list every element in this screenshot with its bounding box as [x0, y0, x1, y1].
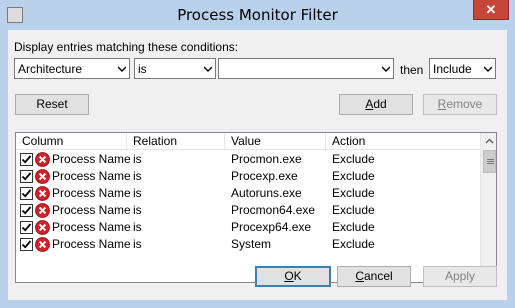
cell-relation: is: [133, 237, 142, 251]
cell-action: Exclude: [332, 169, 375, 183]
cell-value: System: [231, 237, 272, 251]
column-header-action[interactable]: Action: [326, 133, 480, 150]
filter-dialog: Process Monitor Filter ✕ Display entries…: [0, 0, 515, 308]
cell-relation: is: [133, 169, 142, 183]
table-row[interactable]: Process Name is Procmon64.exe Exclude: [16, 202, 480, 219]
column-header-column[interactable]: Column: [16, 133, 127, 150]
chevron-down-icon: [118, 66, 126, 72]
cell-column: Process Name: [52, 152, 131, 166]
cell-action: Exclude: [332, 220, 375, 234]
checkmark-icon: [21, 240, 32, 249]
cell-value: Procexp64.exe: [231, 220, 312, 234]
then-label: then: [400, 63, 424, 77]
exclude-icon: [35, 220, 50, 235]
filter-list[interactable]: Column Relation Value Action Process Nam…: [15, 132, 497, 283]
exclude-icon: [35, 169, 50, 184]
cell-column: Process Name: [52, 186, 131, 200]
dialog-client: Display entries matching these condition…: [8, 30, 507, 300]
exclude-icon: [35, 152, 50, 167]
window-title: Process Monitor Filter: [177, 6, 338, 24]
remove-mnemonic: R: [437, 97, 447, 111]
row-checkbox[interactable]: [20, 187, 33, 200]
conditions-prompt: Display entries matching these condition…: [14, 40, 239, 54]
table-row[interactable]: Process Name is Procexp64.exe Exclude: [16, 219, 480, 236]
cell-value: Procmon.exe: [231, 152, 302, 166]
value-combobox[interactable]: [218, 58, 394, 79]
column-header-relation[interactable]: Relation: [127, 133, 225, 150]
add-button[interactable]: Add: [339, 94, 413, 115]
table-row[interactable]: Process Name is Procexp.exe Exclude: [16, 168, 480, 185]
cell-relation: is: [133, 203, 142, 217]
ok-button[interactable]: OK: [255, 266, 331, 287]
cell-column: Process Name: [52, 220, 131, 234]
grip-line: [487, 161, 494, 162]
table-row[interactable]: Process Name is System Exclude: [16, 236, 480, 253]
checkmark-icon: [21, 206, 32, 215]
cell-relation: is: [133, 152, 142, 166]
vertical-scrollbar[interactable]: [480, 133, 497, 282]
relation-select[interactable]: is: [134, 58, 216, 79]
exclude-icon: [35, 203, 50, 218]
cancel-button[interactable]: Cancel: [337, 266, 411, 287]
cell-column: Process Name: [52, 169, 131, 183]
chevron-down-icon: [382, 66, 390, 72]
cell-value: Procmon64.exe: [231, 203, 316, 217]
row-checkbox[interactable]: [20, 153, 33, 166]
row-checkbox[interactable]: [20, 170, 33, 183]
cancel-mnemonic: C: [355, 269, 364, 283]
cell-column: Process Name: [52, 237, 131, 251]
cell-relation: is: [133, 186, 142, 200]
table-row[interactable]: Process Name is Autoruns.exe Exclude: [16, 185, 480, 202]
cell-relation: is: [133, 220, 142, 234]
exclude-icon: [35, 186, 50, 201]
apply-button[interactable]: Apply: [423, 266, 497, 287]
table-row[interactable]: Process Name is Procmon.exe Exclude: [16, 151, 480, 168]
relation-select-value: is: [138, 62, 147, 76]
title-bar[interactable]: Process Monitor Filter ✕: [0, 0, 515, 30]
exclude-icon: [35, 237, 50, 252]
ok-label-rest: K: [293, 269, 302, 283]
cell-action: Exclude: [332, 203, 375, 217]
chevron-down-icon: [204, 66, 212, 72]
cell-value: Autoruns.exe: [231, 186, 302, 200]
cell-column: Process Name: [52, 203, 131, 217]
row-checkbox[interactable]: [20, 204, 33, 217]
row-checkbox[interactable]: [20, 221, 33, 234]
grip-line: [487, 163, 494, 164]
column-header-value[interactable]: Value: [225, 133, 326, 150]
scrollbar-thumb[interactable]: [483, 150, 496, 173]
list-header: Column Relation Value Action: [16, 133, 480, 150]
checkmark-icon: [21, 223, 32, 232]
cancel-label-rest: ancel: [363, 269, 393, 283]
row-checkbox[interactable]: [20, 238, 33, 251]
action-select-value: Include: [433, 62, 472, 76]
close-button[interactable]: ✕: [473, 0, 509, 20]
checkmark-icon: [21, 172, 32, 181]
cell-action: Exclude: [332, 237, 375, 251]
add-label-rest: dd: [373, 97, 387, 111]
checkmark-icon: [21, 189, 32, 198]
ok-mnemonic: O: [284, 269, 294, 283]
chevron-down-icon: [484, 66, 492, 72]
cell-value: Procexp.exe: [231, 169, 298, 183]
grip-line: [487, 159, 494, 160]
scroll-up-icon[interactable]: [481, 133, 497, 150]
reset-button[interactable]: Reset: [15, 94, 89, 115]
remove-button[interactable]: Remove: [423, 94, 497, 115]
checkmark-icon: [21, 155, 32, 164]
cell-action: Exclude: [332, 186, 375, 200]
action-select[interactable]: Include: [429, 58, 496, 79]
column-select[interactable]: Architecture: [14, 58, 130, 79]
column-select-value: Architecture: [18, 62, 83, 76]
cell-action: Exclude: [332, 152, 375, 166]
remove-label-rest: emove: [446, 97, 483, 111]
